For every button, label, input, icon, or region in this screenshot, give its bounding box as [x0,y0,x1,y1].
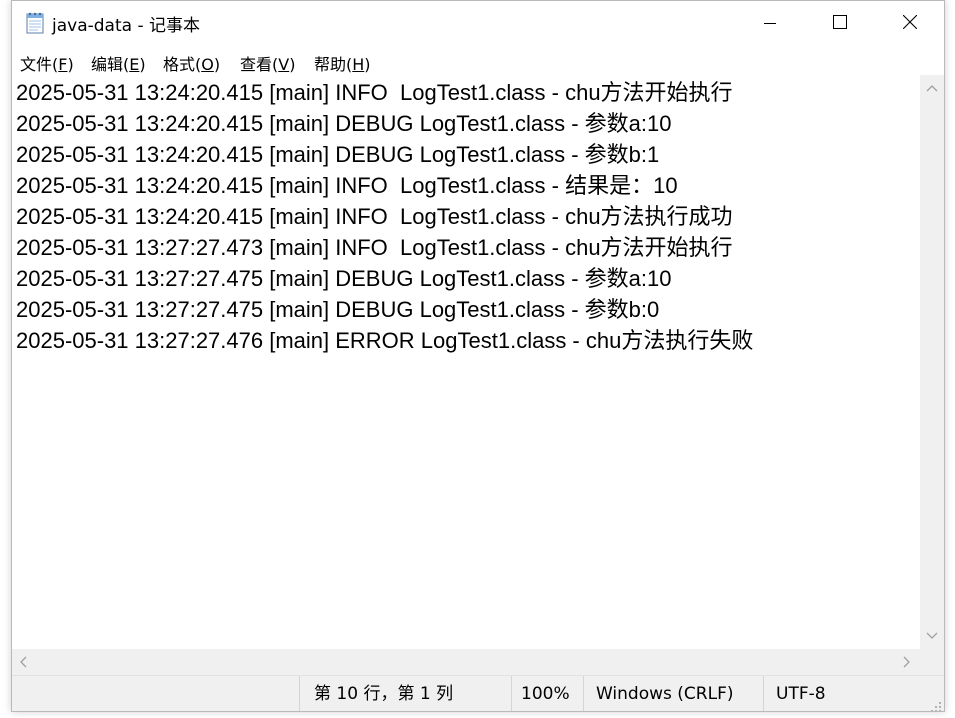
window-title: java-data - 记事本 [52,16,200,36]
menu-bar: 文件(F) 编辑(E) 格式(O) 查看(V) 帮助(H) [12,45,944,75]
text-line: 2025-05-31 13:27:27.473 [main] INFO LogT… [16,235,733,260]
line-ending: Windows (CRLF) [583,676,763,711]
close-icon [902,14,918,33]
text-line: 2025-05-31 13:24:20.415 [main] DEBUG Log… [16,111,672,136]
status-bar: 第 10 行，第 1 列 100% Windows (CRLF) UTF-8 [12,675,944,711]
maximize-button[interactable] [805,1,875,45]
maximize-icon [833,14,847,33]
text-line: 2025-05-31 13:24:20.415 [main] INFO LogT… [16,173,678,198]
scroll-right-arrow-icon[interactable] [898,654,914,670]
scroll-down-arrow-icon[interactable] [924,627,940,643]
zoom-level: 100% [511,676,583,711]
notepad-icon [25,12,45,34]
text-line: 2025-05-31 13:24:20.415 [main] INFO LogT… [16,204,733,229]
menu-view[interactable]: 查看(V) [237,49,298,77]
minimize-icon [764,14,776,33]
text-editor[interactable]: 2025-05-31 13:24:20.415 [main] INFO LogT… [12,75,920,649]
close-button[interactable] [875,1,944,45]
scroll-up-arrow-icon[interactable] [924,81,940,97]
menu-help[interactable]: 帮助(H) [311,49,374,77]
notepad-window: java-data - 记事本 文件(F) 编辑(E) 格式(O) 查看(V) … [11,0,945,712]
menu-file[interactable]: 文件(F) [17,49,77,77]
minimize-button[interactable] [735,1,805,45]
horizontal-scrollbar[interactable] [12,649,920,675]
text-line: 2025-05-31 13:27:27.476 [main] ERROR Log… [16,328,754,353]
text-line: 2025-05-31 13:27:27.475 [main] DEBUG Log… [16,266,672,291]
title-bar[interactable]: java-data - 记事本 [12,1,944,45]
cursor-position: 第 10 行，第 1 列 [299,676,511,711]
text-line: 2025-05-31 13:27:27.475 [main] DEBUG Log… [16,297,660,322]
menu-format[interactable]: 格式(O) [160,49,223,77]
scrollbar-corner [920,649,944,675]
menu-edit[interactable]: 编辑(E) [88,49,149,77]
resize-grip-icon[interactable] [930,698,942,711]
vertical-scrollbar[interactable] [920,75,944,649]
encoding: UTF-8 [763,676,944,711]
text-line: 2025-05-31 13:24:20.415 [main] DEBUG Log… [16,142,660,167]
text-line: 2025-05-31 13:24:20.415 [main] INFO LogT… [16,80,733,105]
scroll-left-arrow-icon[interactable] [16,654,32,670]
